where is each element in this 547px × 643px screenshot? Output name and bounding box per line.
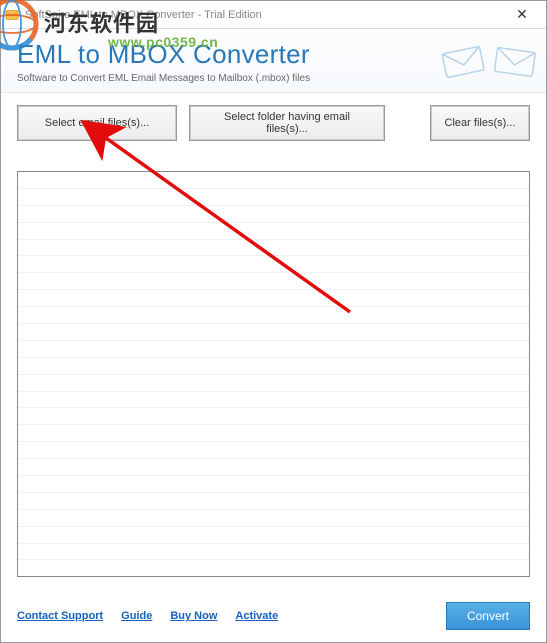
- window-title: SoftSpire EML to MBOX Converter - Trial …: [25, 9, 504, 21]
- clear-files-button[interactable]: Clear files(s)...: [430, 105, 530, 141]
- titlebar: SoftSpire EML to MBOX Converter - Trial …: [1, 1, 546, 29]
- button-bar: Select email files(s)... Select folder h…: [1, 93, 546, 149]
- buy-now-link[interactable]: Buy Now: [170, 610, 217, 622]
- convert-button[interactable]: Convert: [446, 602, 530, 630]
- header: EML to MBOX Converter Software to Conver…: [1, 29, 546, 93]
- guide-link[interactable]: Guide: [121, 610, 152, 622]
- app-window: SoftSpire EML to MBOX Converter - Trial …: [0, 0, 547, 643]
- select-email-files-button[interactable]: Select email files(s)...: [17, 105, 177, 141]
- envelope-art: [438, 41, 540, 81]
- footer: Contact Support Guide Buy Now Activate C…: [1, 592, 546, 642]
- contact-support-link[interactable]: Contact Support: [17, 610, 103, 622]
- select-folder-button[interactable]: Select folder having email files(s)...: [189, 105, 385, 141]
- activate-link[interactable]: Activate: [235, 610, 278, 622]
- file-list[interactable]: [17, 171, 530, 577]
- close-button[interactable]: ✕: [504, 4, 540, 26]
- app-icon: [5, 8, 19, 22]
